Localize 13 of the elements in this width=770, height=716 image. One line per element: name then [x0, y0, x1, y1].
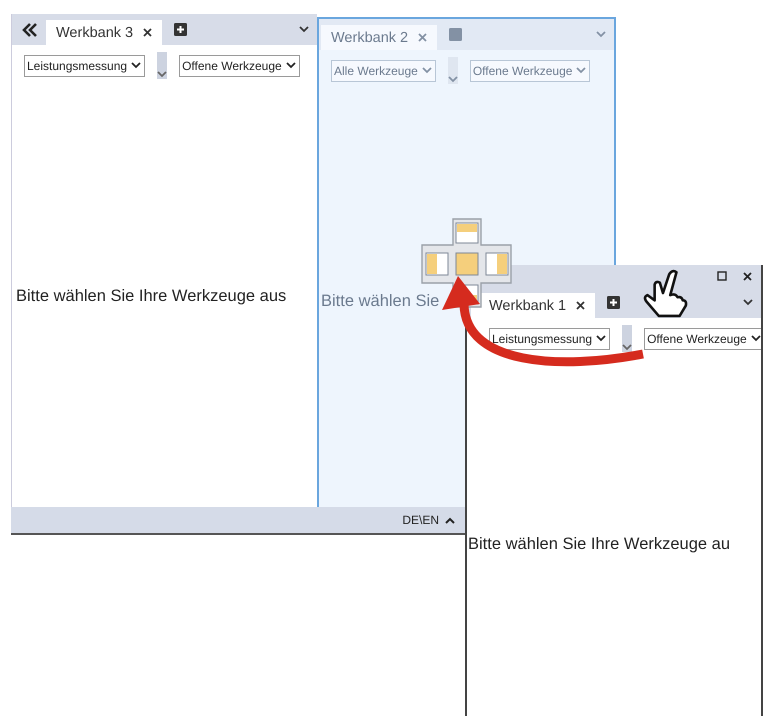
dropdown[interactable]: Offene Werkzeuge: [644, 328, 761, 350]
tab[interactable]: Werkbank 2: [321, 25, 438, 50]
prompt-text: Bitte wählen Sie: [321, 292, 440, 311]
prompt-text: Bitte wählen Sie Ihre Werkzeuge aus: [16, 287, 286, 306]
dropdown[interactable]: Offene Werkzeuge: [179, 54, 300, 76]
tab[interactable]: Werkbank 3: [46, 20, 162, 45]
dropdown[interactable]: Offene Werkzeuge: [470, 60, 590, 82]
tab[interactable]: Werkbank 1: [471, 293, 596, 318]
language-toggle[interactable]: DE\EN: [402, 513, 439, 527]
prompt-text: Bitte wählen Sie Ihre Werkzeuge au: [468, 535, 730, 554]
dropdown[interactable]: Leistungsmessung: [24, 54, 146, 76]
dropdown[interactable]: Alle Werkzeuge: [331, 60, 436, 82]
dropdown[interactable]: Leistungsmessung: [489, 328, 610, 350]
